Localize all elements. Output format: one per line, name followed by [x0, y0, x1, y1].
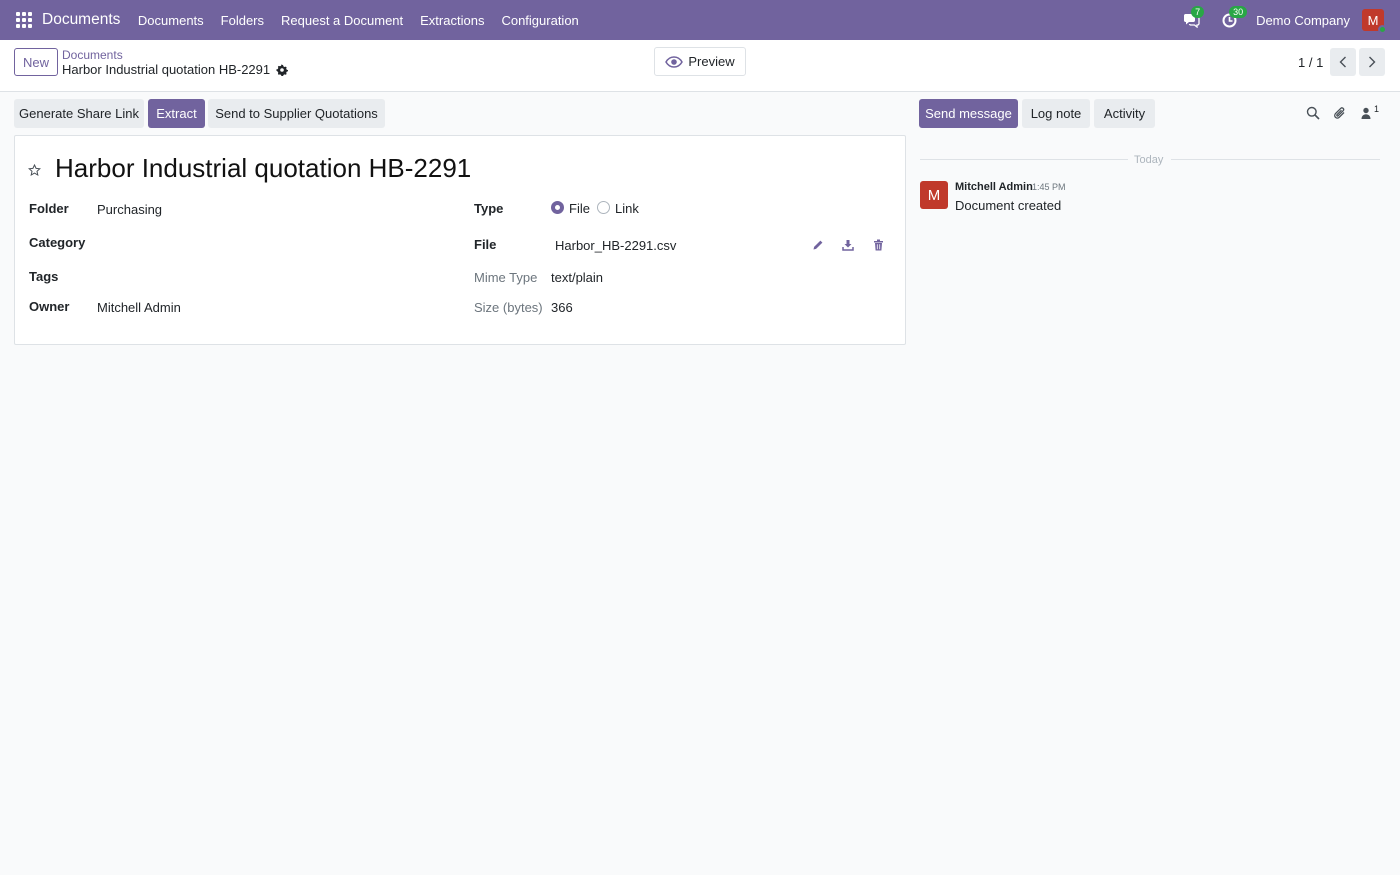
trash-icon[interactable] — [870, 237, 886, 253]
user-icon[interactable] — [1358, 105, 1374, 121]
category-label: Category — [29, 235, 86, 250]
owner-label: Owner — [29, 299, 70, 314]
pager-next-button[interactable] — [1359, 48, 1385, 76]
activity-menu[interactable]: 30 — [1218, 6, 1248, 31]
activity-button[interactable]: Activity — [1094, 99, 1155, 128]
menu-item-folders[interactable]: Folders — [212, 13, 272, 28]
folder-field[interactable]: Purchasing — [97, 202, 162, 217]
preview-label: Preview — [688, 54, 735, 69]
log-note-button[interactable]: Log note — [1022, 99, 1090, 128]
pager-value[interactable]: 1 / 1 — [1298, 55, 1323, 70]
document-title[interactable]: Harbor Industrial quotation HB-2291 — [55, 153, 471, 184]
preview-button[interactable]: Preview — [654, 47, 746, 76]
chevron-left-icon — [1339, 56, 1346, 68]
menu-item-request-document[interactable]: Request a Document — [273, 13, 412, 28]
type-label: Type — [474, 201, 504, 216]
date-separator-line-right — [1171, 159, 1380, 160]
message-author-avatar[interactable]: M — [920, 181, 948, 209]
type-link-radio[interactable] — [597, 201, 610, 214]
type-link-label: Link — [615, 201, 639, 216]
pencil-icon[interactable] — [810, 237, 826, 253]
app-brand[interactable]: Documents — [42, 11, 120, 29]
folder-label: Folder — [29, 201, 69, 216]
breadcrumb-current: Harbor Industrial quotation HB-2291 — [62, 62, 289, 77]
file-label: File — [474, 237, 497, 252]
type-file-label: File — [569, 201, 590, 216]
download-icon[interactable] — [840, 237, 856, 253]
messages-badge: 7 — [1191, 6, 1205, 18]
pager-previous-button[interactable] — [1330, 48, 1356, 76]
owner-field[interactable]: Mitchell Admin — [97, 300, 181, 315]
main-menu: Documents Folders Request a Document Ext… — [129, 13, 587, 28]
type-file-radio[interactable] — [551, 201, 564, 214]
mime-type-label: Mime Type — [474, 270, 538, 285]
gear-icon[interactable] — [276, 63, 289, 76]
message-body: Document created — [955, 198, 1062, 213]
new-button[interactable]: New — [14, 48, 58, 76]
activities-badge: 30 — [1229, 6, 1248, 18]
top-navbar: Documents Documents Folders Request a Do… — [0, 0, 1400, 40]
control-panel: New Documents Harbor Industrial quotatio… — [0, 40, 1400, 92]
user-avatar[interactable]: M — [1362, 9, 1387, 34]
messaging-menu[interactable]: 7 — [1180, 6, 1205, 31]
systray: 7 30 Demo Company M — [1180, 0, 1400, 40]
breadcrumb-current-label: Harbor Industrial quotation HB-2291 — [62, 62, 271, 77]
date-separator-line-left — [920, 159, 1128, 160]
extract-button[interactable]: Extract — [148, 99, 205, 128]
tags-label: Tags — [29, 269, 59, 284]
apps-icon[interactable] — [16, 12, 32, 28]
tags-field[interactable] — [97, 269, 437, 285]
generate-share-link-button[interactable]: Generate Share Link — [14, 99, 144, 128]
send-to-supplier-quotations-button[interactable]: Send to Supplier Quotations — [208, 99, 385, 128]
message-author-initial: M — [927, 186, 941, 204]
menu-item-documents[interactable]: Documents — [129, 13, 212, 28]
mime-type-value: text/plain — [551, 270, 604, 285]
category-field[interactable] — [97, 235, 437, 251]
message-author[interactable]: Mitchell Admin — [955, 181, 1033, 193]
date-separator-label: Today — [1134, 154, 1164, 166]
send-message-button[interactable]: Send message — [919, 99, 1018, 128]
menu-item-configuration[interactable]: Configuration — [493, 13, 587, 28]
breadcrumb-parent[interactable]: Documents — [62, 48, 123, 62]
followers-count: 1 — [1374, 104, 1380, 114]
company-switcher[interactable]: Demo Company — [1256, 13, 1350, 28]
user-initial: M — [1367, 12, 1379, 28]
chevron-right-icon — [1369, 56, 1376, 68]
message-timestamp: 1:45 PM — [1032, 182, 1066, 192]
form-sheet: Harbor Industrial quotation HB-2291 Fold… — [14, 135, 906, 345]
eye-icon — [665, 55, 684, 68]
paperclip-icon[interactable] — [1332, 105, 1348, 121]
search-icon[interactable] — [1305, 105, 1321, 121]
online-status-indicator — [1378, 25, 1387, 34]
file-field[interactable]: Harbor_HB-2291.csv — [555, 238, 676, 253]
size-value: 366 — [551, 300, 573, 315]
menu-item-extractions[interactable]: Extractions — [412, 13, 493, 28]
size-label: Size (bytes) — [474, 300, 543, 315]
star-icon[interactable] — [28, 163, 41, 180]
